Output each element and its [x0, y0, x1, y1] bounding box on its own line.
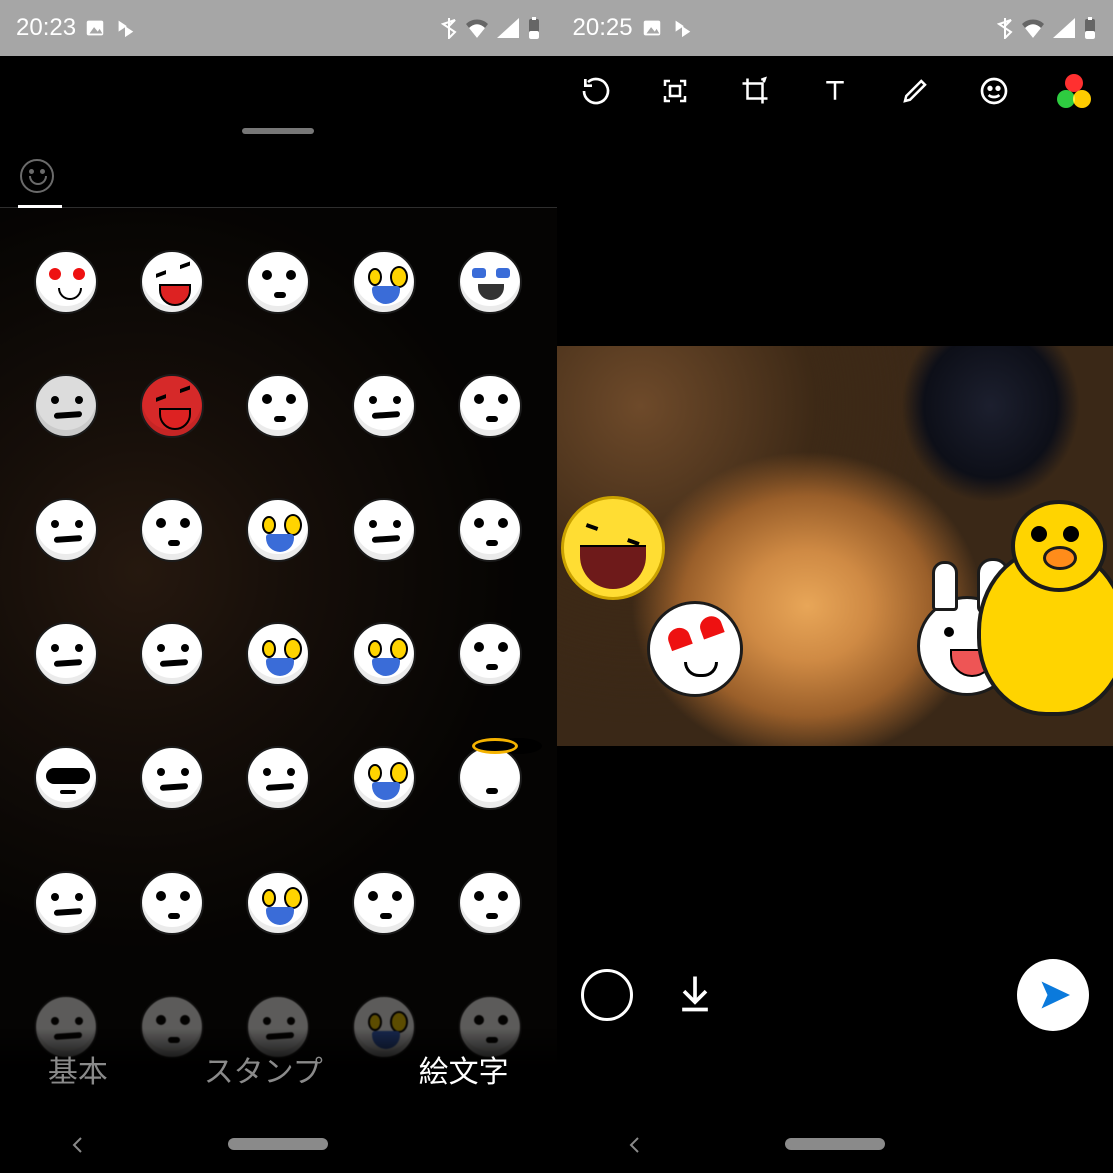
sticker-surprised[interactable]	[446, 610, 534, 698]
editor-action-bar	[557, 935, 1113, 1055]
sticker-pack-tabs	[0, 144, 557, 208]
home-pill[interactable]	[785, 1138, 885, 1150]
sticker-laughing[interactable]	[128, 238, 216, 326]
download-button[interactable]	[673, 971, 717, 1020]
tab-basic[interactable]: 基本	[48, 1047, 108, 1091]
sticker-dizzy[interactable]	[22, 486, 110, 574]
tab-emoji[interactable]: 絵文字	[419, 1047, 509, 1091]
editor-toolbar	[557, 56, 1113, 126]
sticker-nervous[interactable]	[446, 486, 534, 574]
android-nav-bar	[0, 1115, 557, 1173]
big-laugh-sticker[interactable]	[561, 496, 665, 600]
text-button[interactable]	[810, 66, 860, 116]
back-button[interactable]	[68, 1126, 88, 1163]
sticker-angel[interactable]	[446, 734, 534, 822]
battery-icon	[527, 17, 541, 39]
editor-canvas	[557, 126, 1113, 1115]
sticker-grid[interactable]	[0, 208, 557, 1115]
photo-area[interactable]	[557, 346, 1113, 746]
home-pill[interactable]	[228, 1138, 328, 1150]
status-bar: 20:23	[0, 0, 557, 56]
cell-signal-icon	[1053, 18, 1075, 38]
sticker-scream-sweat[interactable]	[340, 238, 428, 326]
cell-signal-icon	[497, 18, 519, 38]
sticker-crying-loud[interactable]	[446, 238, 534, 326]
sticker-angry-red[interactable]	[128, 362, 216, 450]
sticker-grimace[interactable]	[234, 362, 322, 450]
image-icon	[84, 17, 106, 39]
back-button[interactable]	[625, 1126, 645, 1163]
sticker-button[interactable]	[969, 66, 1019, 116]
sticker-furious[interactable]	[22, 610, 110, 698]
sticker-wailing[interactable]	[234, 610, 322, 698]
phone-left: 20:23 基本 スタンプ 絵文字	[0, 0, 557, 1173]
frame-button[interactable]	[650, 66, 700, 116]
crop-button[interactable]	[730, 66, 780, 116]
sticker-pleading[interactable]	[234, 238, 322, 326]
draw-button[interactable]	[890, 66, 940, 116]
bluetooth-icon	[997, 17, 1013, 39]
record-button[interactable]	[581, 969, 633, 1021]
sticker-delighted[interactable]	[128, 859, 216, 947]
drag-handle[interactable]	[242, 128, 314, 134]
rotate-button[interactable]	[571, 66, 621, 116]
wifi-strength-icon	[1021, 18, 1045, 38]
duck-sticker[interactable]	[977, 500, 1113, 720]
wifi-strength-icon	[465, 18, 489, 38]
image-icon	[641, 17, 663, 39]
sticker-skull[interactable]	[22, 362, 110, 450]
sticker-grumpy[interactable]	[128, 610, 216, 698]
color-filter-button[interactable]	[1049, 66, 1099, 116]
sticker-sunglasses[interactable]	[22, 734, 110, 822]
sticker-weary[interactable]	[340, 486, 428, 574]
sticker-kiss[interactable]	[446, 859, 534, 947]
play-queue-icon	[114, 17, 136, 39]
sticker-worried[interactable]	[234, 734, 322, 822]
status-bar: 20:25	[557, 0, 1113, 56]
sticker-tears[interactable]	[340, 610, 428, 698]
play-queue-icon	[671, 17, 693, 39]
bluetooth-icon	[441, 17, 457, 39]
phone-right: 20:25	[557, 0, 1113, 1173]
android-nav-bar	[557, 1115, 1113, 1173]
sticker-wink-sweat[interactable]	[446, 362, 534, 450]
sticker-anxious-sweat[interactable]	[340, 734, 428, 822]
sticker-sheet: 基本 スタンプ 絵文字	[0, 112, 557, 1115]
sticker-heart-eyes[interactable]	[22, 238, 110, 326]
sticker-awkward[interactable]	[128, 486, 216, 574]
heart-eyes-sticker[interactable]	[647, 601, 743, 697]
sticker-sad[interactable]	[128, 734, 216, 822]
status-time: 20:25	[573, 14, 633, 42]
sticker-category-tabs: 基本 スタンプ 絵文字	[0, 1029, 557, 1115]
battery-icon	[1083, 17, 1097, 39]
sticker-shocked-blue[interactable]	[234, 486, 322, 574]
emoji-pack-tab-icon[interactable]	[20, 159, 54, 193]
sticker-cold-sweat[interactable]	[234, 859, 322, 947]
status-time: 20:23	[16, 14, 76, 42]
sticker-wince[interactable]	[340, 362, 428, 450]
sticker-astonished[interactable]	[340, 859, 428, 947]
tab-stamp[interactable]: スタンプ	[204, 1047, 323, 1091]
sticker-mask[interactable]	[22, 859, 110, 947]
send-button[interactable]	[1017, 959, 1089, 1031]
